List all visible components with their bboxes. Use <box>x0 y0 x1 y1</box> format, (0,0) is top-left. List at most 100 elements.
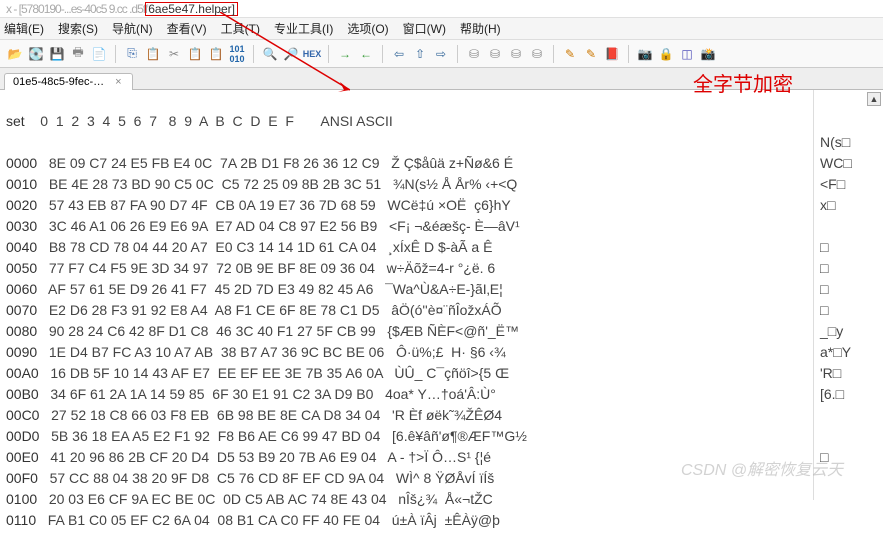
cut-icon[interactable]: ✂ <box>165 45 183 63</box>
tab-close-icon[interactable]: × <box>115 76 121 88</box>
separator <box>628 45 629 63</box>
hex-row[interactable]: 0020 57 43 EB 87 FA 90 D7 4F CB 0A 19 E7… <box>0 195 883 216</box>
nav-up-icon[interactable]: ⇧ <box>411 45 429 63</box>
arrow-left-icon[interactable]: ← <box>357 45 375 63</box>
hex-row[interactable]: 0080 90 28 24 C6 42 8F D1 C8 46 3C 40 F1… <box>0 321 883 342</box>
clip2-icon[interactable]: 📋 <box>207 45 225 63</box>
nav-prev-icon[interactable]: ⇦ <box>390 45 408 63</box>
shapes-icon[interactable]: ◫ <box>678 45 696 63</box>
print-icon[interactable]: 🖶 <box>69 45 87 63</box>
disk4-icon[interactable]: ⛁ <box>528 45 546 63</box>
menu-search[interactable]: 搜索(S) <box>58 20 98 37</box>
hex-header-row: set 0 1 2 3 4 5 6 7 8 9 A B C D E F ANSI… <box>0 111 883 132</box>
menu-view[interactable]: 查看(V) <box>167 20 207 37</box>
menu-help[interactable]: 帮助(H) <box>460 20 501 37</box>
side-line: [6.□ <box>820 384 883 405</box>
ansi-text: 'R Èf øëk˜¾ŽÊØ4 <box>392 407 502 423</box>
offset: 0010 <box>6 176 37 192</box>
hex-row[interactable]: 00D0 5B 36 18 EA A5 E2 F1 92 F8 B6 AE C6… <box>0 426 883 447</box>
side-line <box>820 468 883 489</box>
lock-icon[interactable]: 🔒 <box>657 45 675 63</box>
offset: 0030 <box>6 218 37 234</box>
hex-row[interactable]: 00C0 27 52 18 C8 66 03 F8 EB 6B 98 BE 8E… <box>0 405 883 426</box>
menu-spec[interactable]: 专业工具(I) <box>274 20 333 37</box>
menu-tools[interactable]: 工具(T) <box>221 20 260 37</box>
hex-bytes: FA B1 C0 05 EF C2 6A 04 08 B1 CA C0 FF 4… <box>36 512 392 528</box>
hex-row[interactable]: 00B0 34 6F 61 2A 1A 14 59 85 6F 30 E1 91… <box>0 384 883 405</box>
arrow-right-icon[interactable]: → <box>336 45 354 63</box>
title-blur: x - [5780190-...es-40c5 9.cc .d5ff <box>6 2 147 16</box>
hex-row[interactable]: 0050 77 F7 C4 F5 9E 3D 34 97 72 0B 9E BF… <box>0 258 883 279</box>
hex-row[interactable]: 00A0 16 DB 5F 10 14 43 AF E7 EE EF EE 3E… <box>0 363 883 384</box>
hex-bytes: BE 4E 28 73 BD 90 C5 0C C5 72 25 09 8B 2… <box>37 176 393 192</box>
side-line: <F□ <box>820 174 883 195</box>
pencil2-icon[interactable]: ✎ <box>582 45 600 63</box>
side-line: □ <box>820 279 883 300</box>
hex-row[interactable]: 0110 FA B1 C0 05 EF C2 6A 04 08 B1 CA C0… <box>0 510 883 531</box>
ansi-text: WÌ^ 8 ŸØÅvÍ ïÍš <box>396 470 494 486</box>
hex-row[interactable]: 0010 BE 4E 28 73 BD 90 C5 0C C5 72 25 09… <box>0 174 883 195</box>
offset: 0070 <box>6 302 37 318</box>
menu-nav[interactable]: 导航(N) <box>112 20 153 37</box>
paste-icon[interactable]: 📋 <box>144 45 162 63</box>
side-line <box>820 111 883 132</box>
scroll-up-icon[interactable]: ▲ <box>867 92 881 106</box>
disk3-icon[interactable]: ⛁ <box>507 45 525 63</box>
hex-row[interactable]: 0040 B8 78 CD 78 04 44 20 A7 E0 C3 14 14… <box>0 237 883 258</box>
hex-row[interactable]: 0060 AF 57 61 5E D9 26 41 F7 45 2D 7D E3… <box>0 279 883 300</box>
camera2-icon[interactable]: 📸 <box>699 45 717 63</box>
hex-bytes: 77 F7 C4 F5 9E 3D 34 97 72 0B 9E BF 8E 0… <box>37 260 386 276</box>
hex-row[interactable]: 00E0 41 20 96 86 2B CF 20 D4 D5 53 B9 20… <box>0 447 883 468</box>
book-icon[interactable]: 📕 <box>603 45 621 63</box>
offset: 00D0 <box>6 428 39 444</box>
nav-next-icon[interactable]: ⇨ <box>432 45 450 63</box>
copy-icon[interactable]: ⎘ <box>123 45 141 63</box>
hex-bytes: AF 57 61 5E D9 26 41 F7 45 2D 7D E3 49 8… <box>37 281 385 297</box>
clip1-icon[interactable]: 📋 <box>186 45 204 63</box>
offset: 0050 <box>6 260 37 276</box>
hex-bytes: E2 D6 28 F3 91 92 E8 A4 A8 F1 CE 6F 8E 7… <box>37 302 391 318</box>
ansi-text: WCë‡ú ×OË ç6}hY <box>387 197 510 213</box>
hex-row[interactable]: 0090 1E D4 B7 FC A3 10 A7 AB 38 B7 A7 36… <box>0 342 883 363</box>
title-helper-highlight: 6ae5e47.helper] <box>145 2 238 16</box>
separator <box>553 45 554 63</box>
disk-icon[interactable]: 💽 <box>27 45 45 63</box>
menu-options[interactable]: 选项(O) <box>347 20 388 37</box>
hex-bytes: 3C 46 A1 06 26 E9 E6 9A E7 AD 04 C8 97 E… <box>37 218 389 234</box>
hex-bytes: 8E 09 C7 24 E5 FB E4 0C 7A 2B D1 F8 26 3… <box>37 155 391 171</box>
side-line: x□ <box>820 195 883 216</box>
folder-open-icon[interactable]: 📂 <box>6 45 24 63</box>
pencil-icon[interactable]: ✎ <box>561 45 579 63</box>
side-line <box>820 426 883 447</box>
ansi-text: {$ÆB ÑÈF<@ñ'_Ë™ <box>387 323 519 339</box>
toolbar: 📂 💽 💾 🖶 📄 ⎘ 📋 ✂ 📋 📋 101010 🔍 🔎 HEX → ← ⇦… <box>0 40 883 68</box>
offset: 00A0 <box>6 365 39 381</box>
offset: 00E0 <box>6 449 39 465</box>
ansi-text: A - †>Ï Ô…S¹ {¦é <box>387 449 491 465</box>
hex-row[interactable]: 0030 3C 46 A1 06 26 E9 E6 9A E7 AD 04 C8… <box>0 216 883 237</box>
tab-label: 01e5-48c5-9fec-… <box>13 76 104 88</box>
ansi-text: [6.ê¥âñ'ø¶®ÆF™G½ <box>392 428 527 444</box>
hex-row[interactable]: 00F0 57 CC 88 04 38 20 9F D8 C5 76 CD 8F… <box>0 468 883 489</box>
hex-row[interactable]: 0000 8E 09 C7 24 E5 FB E4 0C 7A 2B D1 F8… <box>0 153 883 174</box>
file-icon[interactable]: 📄 <box>90 45 108 63</box>
offset: 0040 <box>6 239 37 255</box>
offset: 00F0 <box>6 470 38 486</box>
hex-row[interactable]: 0070 E2 D6 28 F3 91 92 E8 A4 A8 F1 CE 6F… <box>0 300 883 321</box>
hex-label-icon[interactable]: HEX <box>303 45 321 63</box>
side-line: 'R□ <box>820 363 883 384</box>
offset: 0020 <box>6 197 37 213</box>
find-icon[interactable]: 🔍 <box>261 45 279 63</box>
disk1-icon[interactable]: ⛁ <box>465 45 483 63</box>
file-tab[interactable]: 01e5-48c5-9fec-… × <box>4 73 133 90</box>
menu-window[interactable]: 窗口(W) <box>403 20 446 37</box>
save-icon[interactable]: 💾 <box>48 45 66 63</box>
find-hex-icon[interactable]: 🔎 <box>282 45 300 63</box>
disk2-icon[interactable]: ⛁ <box>486 45 504 63</box>
hex101-icon[interactable]: 101010 <box>228 45 246 63</box>
camera-icon[interactable]: 📷 <box>636 45 654 63</box>
ansi-text: nÎš¿¾ Å«¬tŽC <box>398 491 493 507</box>
side-line: □ <box>820 237 883 258</box>
ansi-text: ÙÛ_ C¯çñöî>{5 Œ <box>394 365 509 381</box>
menu-edit[interactable]: 编辑(E) <box>4 20 44 37</box>
